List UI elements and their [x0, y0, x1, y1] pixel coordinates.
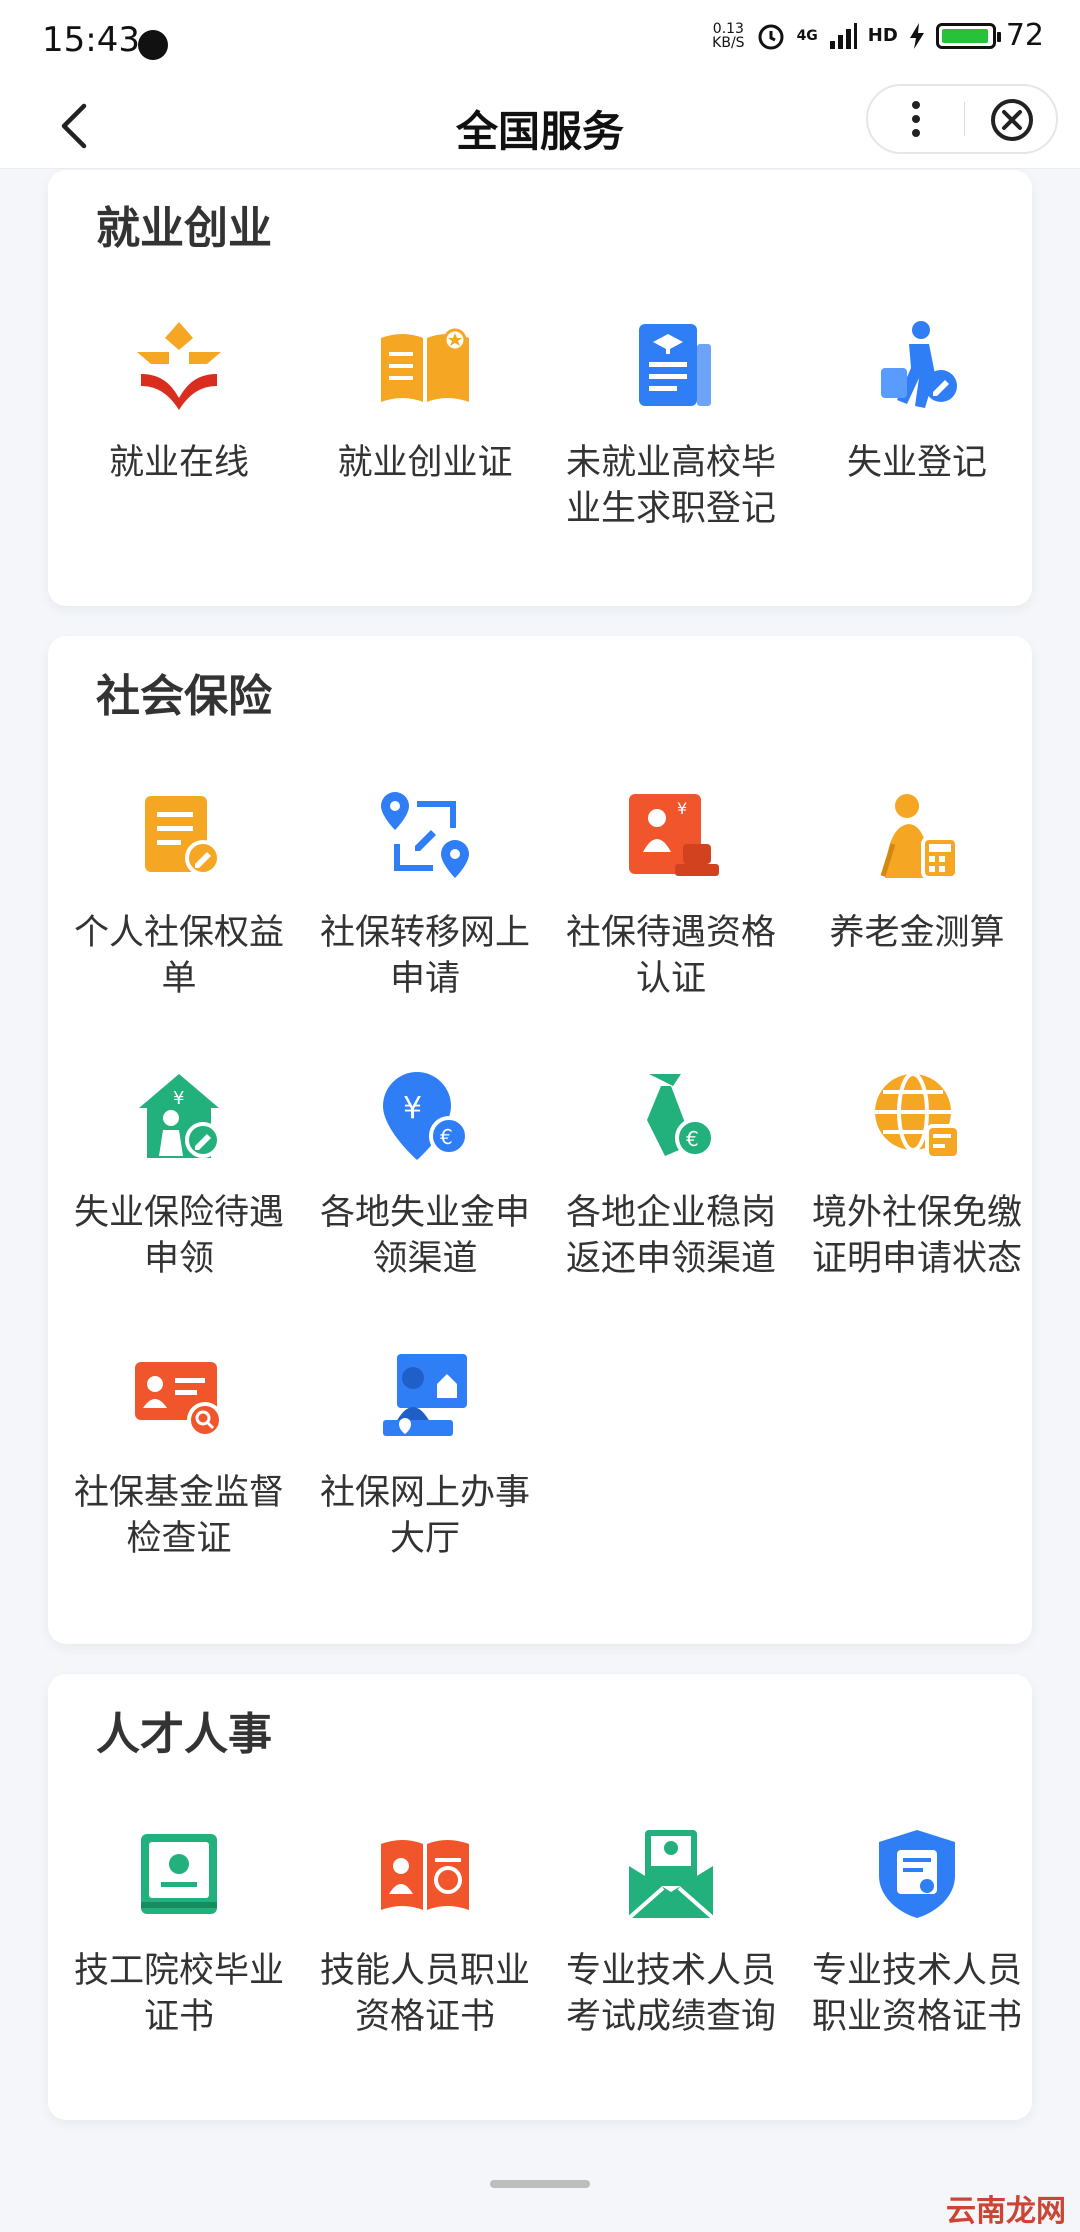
svg-text:¥: ¥: [677, 799, 687, 818]
service-item[interactable]: 失业登记: [794, 318, 1040, 486]
close-icon[interactable]: [988, 96, 1036, 144]
service-item[interactable]: 养老金测算: [794, 788, 1040, 956]
service-label: 社保转移网上申请: [319, 913, 530, 999]
service-item[interactable]: ¥ 社保待遇资格认证: [548, 788, 794, 1002]
notification-icon: [138, 30, 168, 60]
pension-calculator-icon: [880, 794, 959, 880]
service-item[interactable]: 未就业高校毕业生求职登记: [548, 318, 794, 532]
net-speed-value: 0.13: [712, 20, 744, 37]
service-item[interactable]: 社保网上办事大厅: [302, 1348, 548, 1562]
service-label: 社保网上办事大厅: [319, 1473, 530, 1559]
service-item[interactable]: 专业技术人员职业资格证书: [794, 1826, 1040, 2040]
home-indicator[interactable]: [490, 2180, 590, 2188]
qualification-stamp-icon: ¥: [629, 794, 719, 876]
employment-online-icon: [137, 322, 221, 410]
status-bar: 15:43 0.13 KB/S 4G HD 72: [0, 0, 1080, 92]
service-label: 境外社保免缴证明申请状态: [811, 1193, 1022, 1279]
id-card-search-icon: [135, 1362, 223, 1438]
person-with-suitcase-icon: [881, 321, 957, 408]
service-label: 各地企业稳岗返还申领渠道: [565, 1193, 776, 1279]
net-speed-unit: KB/S: [712, 34, 745, 51]
location-money-icon: ¥€: [383, 1072, 469, 1160]
service-label: 社保基金监督检查证: [73, 1473, 284, 1559]
service-item[interactable]: ¥ 失业保险待遇申领: [56, 1068, 302, 1282]
tie-money-icon: €: [647, 1074, 715, 1158]
service-label: 失业保险待遇申领: [73, 1193, 284, 1279]
svg-text:¥: ¥: [403, 1091, 422, 1126]
online-hall-icon: [383, 1354, 467, 1436]
service-label: 个人社保权益单: [73, 913, 284, 999]
transfer-route-icon: [381, 792, 469, 878]
open-book-icon: [381, 328, 469, 402]
capsule-divider: [964, 102, 965, 136]
more-icon[interactable]: [906, 98, 926, 140]
exam-envelope-icon: [627, 1830, 715, 1920]
service-item[interactable]: 就业创业证: [302, 318, 548, 486]
service-item[interactable]: 社保基金监督检查证: [56, 1348, 302, 1562]
battery-level: 72: [1005, 18, 1044, 53]
nav-bar: 全国服务: [0, 84, 1080, 169]
service-label: 就业在线: [108, 443, 249, 483]
unemployment-house-icon: ¥: [139, 1074, 221, 1158]
certificate-book-icon: [141, 1834, 217, 1914]
svg-text:€: €: [686, 1127, 699, 1151]
charging-icon: [909, 22, 924, 49]
service-item[interactable]: 个人社保权益单: [56, 788, 302, 1002]
service-item[interactable]: 技工院校毕业证书: [56, 1826, 302, 2040]
battery-icon: [935, 22, 1001, 49]
service-label: 技工院校毕业证书: [73, 1951, 284, 2037]
signal-icon: [829, 22, 857, 49]
shield-certificate-icon: [879, 1830, 955, 1918]
service-label: 社保待遇资格认证: [565, 913, 776, 999]
section-social-insurance: 社会保险 个人社保权益单 社保转移网上申请 ¥ 社保待遇资格认证 养老金测算 ¥…: [48, 636, 1032, 1644]
alarm-icon: [758, 24, 784, 49]
service-label: 就业创业证: [337, 443, 513, 483]
svg-text:€: €: [440, 1125, 453, 1149]
section-title: 人才人事: [96, 1709, 272, 1760]
service-item[interactable]: 社保转移网上申请: [302, 788, 548, 1002]
service-item[interactable]: 专业技术人员考试成绩查询: [548, 1826, 794, 2040]
service-label: 养老金测算: [829, 913, 1005, 953]
service-item[interactable]: € 各地企业稳岗返还申领渠道: [548, 1068, 794, 1282]
service-label: 失业登记: [846, 443, 987, 483]
mini-program-capsule: [866, 84, 1058, 154]
service-item[interactable]: ¥ € 各地失业金申领渠道: [302, 1068, 548, 1282]
svg-text:¥: ¥: [173, 1088, 184, 1109]
net-speed: 0.13 KB/S: [712, 22, 744, 50]
service-item[interactable]: 技能人员职业资格证书: [302, 1826, 548, 2040]
service-label: 未就业高校毕业生求职登记: [565, 443, 776, 529]
watermark: 云南龙网: [946, 2194, 1066, 2229]
signal-label: 4G: [796, 27, 818, 44]
service-label: 各地失业金申领渠道: [319, 1193, 530, 1279]
skills-certificate-icon: [381, 1840, 469, 1910]
service-label: 技能人员职业资格证书: [319, 1951, 530, 2037]
section-talent: 人才人事 技工院校毕业证书 技能人员职业资格证书 专业技术人员考试成绩查询 专业…: [48, 1674, 1032, 2120]
section-title: 社会保险: [96, 671, 272, 722]
status-time: 15:43: [42, 20, 140, 60]
document-edit-icon: [145, 796, 221, 876]
service-label: 专业技术人员职业资格证书: [811, 1951, 1022, 2037]
service-label: 专业技术人员考试成绩查询: [565, 1951, 776, 2037]
section-title: 就业创业: [96, 203, 272, 254]
service-item[interactable]: 就业在线: [56, 318, 302, 486]
globe-document-icon: [875, 1072, 961, 1160]
service-item[interactable]: 境外社保免缴证明申请状态: [794, 1068, 1040, 1282]
hd-label: HD: [867, 25, 898, 46]
status-right: 0.13 KB/S 4G HD 72: [712, 18, 1044, 53]
section-employment: 就业创业 就业在线 就业创业证 未就业高校毕业生求职登记 失业登记: [48, 170, 1032, 606]
graduate-document-icon: [639, 324, 711, 406]
